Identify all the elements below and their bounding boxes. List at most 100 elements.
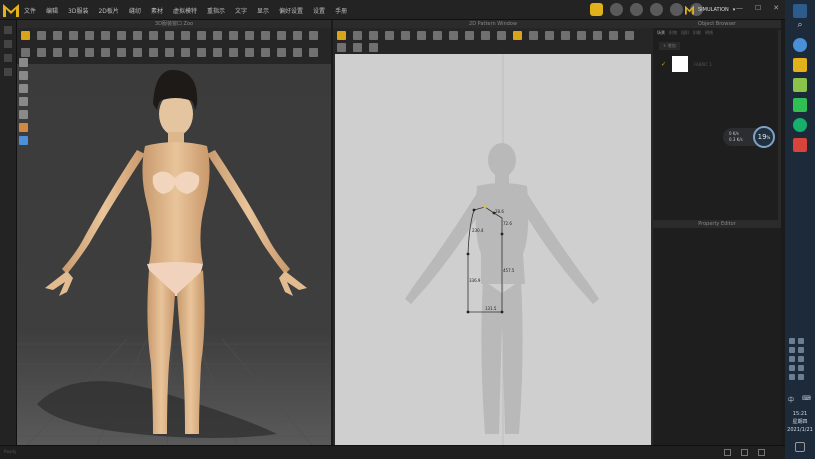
menu-item-2d-pattern[interactable]: 2D板片 xyxy=(98,6,118,15)
select-mesh-icon[interactable] xyxy=(37,31,46,40)
tray-wechat-icon[interactable] xyxy=(789,338,795,344)
avatar-library-icon[interactable] xyxy=(4,68,12,76)
layout-split-icon[interactable] xyxy=(741,449,748,456)
segment-sewing-icon[interactable] xyxy=(529,31,538,40)
close-icon[interactable]: ✕ xyxy=(773,4,779,12)
app-green-icon[interactable] xyxy=(793,78,807,92)
app-red-icon[interactable] xyxy=(793,138,807,152)
search-icon[interactable]: ⌕ xyxy=(793,20,807,34)
wechat-icon[interactable] xyxy=(793,118,807,132)
grain-icon[interactable] xyxy=(369,43,378,52)
minimize-icon[interactable]: — xyxy=(736,4,743,12)
pattern-window-2d[interactable]: 2D Pattern Window 28.6 72.6 230.4 457.5 … xyxy=(333,20,653,445)
topstitch-icon[interactable] xyxy=(133,31,142,40)
elastic-icon[interactable] xyxy=(593,31,602,40)
measure-icon[interactable] xyxy=(117,31,126,40)
wind-icon[interactable] xyxy=(117,47,126,57)
symmetry-icon[interactable] xyxy=(625,31,634,40)
tab-scene[interactable]: 场景 xyxy=(657,30,665,36)
rotate-icon[interactable] xyxy=(165,47,174,57)
hat-icon[interactable] xyxy=(590,3,603,16)
object-browser-scrollbar[interactable] xyxy=(778,30,781,220)
dart-icon[interactable] xyxy=(497,31,506,40)
edit-curvature-icon[interactable] xyxy=(369,31,378,40)
menu-item-avatar[interactable]: 虚拟模特 xyxy=(173,6,197,15)
menu-item-settings[interactable]: 设置 xyxy=(313,6,325,15)
add-fabric-button[interactable]: + 增加 xyxy=(659,42,680,50)
add-point-icon[interactable] xyxy=(385,31,394,40)
circle-icon[interactable] xyxy=(433,31,442,40)
transform-icon[interactable] xyxy=(69,31,78,40)
tray-disk-icon[interactable] xyxy=(798,365,804,371)
menu-item-text[interactable]: 文字 xyxy=(235,6,247,15)
folder-icon[interactable] xyxy=(513,31,522,40)
tape-icon[interactable] xyxy=(213,31,222,40)
ime-indicator[interactable]: 中 xyxy=(788,395,794,404)
avatar-display-icon[interactable] xyxy=(19,84,28,93)
polygon-icon[interactable] xyxy=(401,31,410,40)
pleats-icon[interactable] xyxy=(577,31,586,40)
tray-app-icon[interactable] xyxy=(798,338,804,344)
grid-icon[interactable] xyxy=(277,47,286,57)
shading-icon[interactable] xyxy=(293,47,302,57)
fit-map-icon[interactable] xyxy=(53,47,62,57)
notch-icon[interactable] xyxy=(353,43,362,52)
graphic-icon[interactable] xyxy=(293,31,302,40)
zipper-icon[interactable] xyxy=(197,31,206,40)
buttonhole-tool-icon[interactable] xyxy=(181,31,190,40)
hide-icon[interactable] xyxy=(213,47,222,57)
taskbar-clock[interactable]: 15:21 星期四 2021/1/21 xyxy=(785,410,815,434)
transform-pattern-icon[interactable] xyxy=(337,31,346,40)
modular-icon[interactable] xyxy=(4,54,12,62)
garment-display-icon[interactable] xyxy=(19,97,28,106)
pin-icon[interactable] xyxy=(101,31,110,40)
gravity-icon[interactable] xyxy=(133,47,142,57)
free-sewing-icon[interactable] xyxy=(545,31,554,40)
pen-3d-icon[interactable] xyxy=(277,31,286,40)
marvelous-designer-icon[interactable] xyxy=(793,58,807,72)
menu-item-file[interactable]: 文件 xyxy=(24,6,36,15)
menu-item-edit[interactable]: 编辑 xyxy=(46,6,58,15)
menu-item-manual[interactable]: 手册 xyxy=(335,6,347,15)
rectangle-icon[interactable] xyxy=(417,31,426,40)
edit-point-icon[interactable] xyxy=(353,31,362,40)
rotate-view-icon[interactable] xyxy=(19,58,28,67)
display-avatar-icon[interactable] xyxy=(229,47,238,57)
select-move-icon[interactable] xyxy=(21,31,30,40)
pattern-canvas[interactable]: 28.6 72.6 230.4 457.5 336.9 131.5 xyxy=(335,54,651,445)
button-tool-icon[interactable] xyxy=(165,31,174,40)
tack-2d-icon[interactable] xyxy=(561,31,570,40)
ruler-icon[interactable] xyxy=(337,43,346,52)
app-c-icon[interactable] xyxy=(793,98,807,112)
tab-button[interactable]: 纽扣 xyxy=(681,30,689,36)
trace-icon[interactable] xyxy=(609,31,618,40)
arrange-icon[interactable] xyxy=(309,31,318,40)
tray-cloud-icon[interactable] xyxy=(798,356,804,362)
camera-icon[interactable] xyxy=(69,47,78,57)
viewport-3d[interactable]: 3D服装窗口 Zoo xyxy=(17,20,331,445)
tab-topstitch[interactable]: 明线 xyxy=(705,30,713,36)
tack-icon[interactable] xyxy=(85,31,94,40)
simulation-mode-select[interactable]: SIMULATION ▾ xyxy=(685,4,735,16)
line-tool-icon[interactable] xyxy=(229,31,238,40)
internal-rectangle-icon[interactable] xyxy=(465,31,474,40)
notification-icon[interactable] xyxy=(795,442,805,452)
x-ray-icon[interactable] xyxy=(309,47,318,57)
menu-item-reshape[interactable]: 重指示 xyxy=(207,6,225,15)
tab-fabric[interactable]: 织物 xyxy=(669,30,677,36)
ime-mode-icon[interactable]: ⌨ xyxy=(802,395,811,402)
menu-item-3d-garment[interactable]: 3D服装 xyxy=(68,6,88,15)
pattern-display-icon[interactable] xyxy=(19,110,28,119)
layout-single-icon[interactable] xyxy=(724,449,731,456)
avatar-skin-icon[interactable] xyxy=(19,123,28,132)
chrome-icon[interactable] xyxy=(793,38,807,52)
pattern-board[interactable]: 28.6 72.6 230.4 457.5 336.9 131.5 xyxy=(335,54,651,445)
tray-security-icon[interactable] xyxy=(789,347,795,353)
tray-user-icon[interactable] xyxy=(789,356,795,362)
strength-icon[interactable] xyxy=(21,47,30,57)
texture-icon[interactable] xyxy=(261,47,270,57)
user-icon[interactable] xyxy=(650,3,663,16)
tray-upload-icon[interactable] xyxy=(789,365,795,371)
windows-start-icon[interactable] xyxy=(793,4,807,18)
snapshot-icon[interactable] xyxy=(85,47,94,57)
